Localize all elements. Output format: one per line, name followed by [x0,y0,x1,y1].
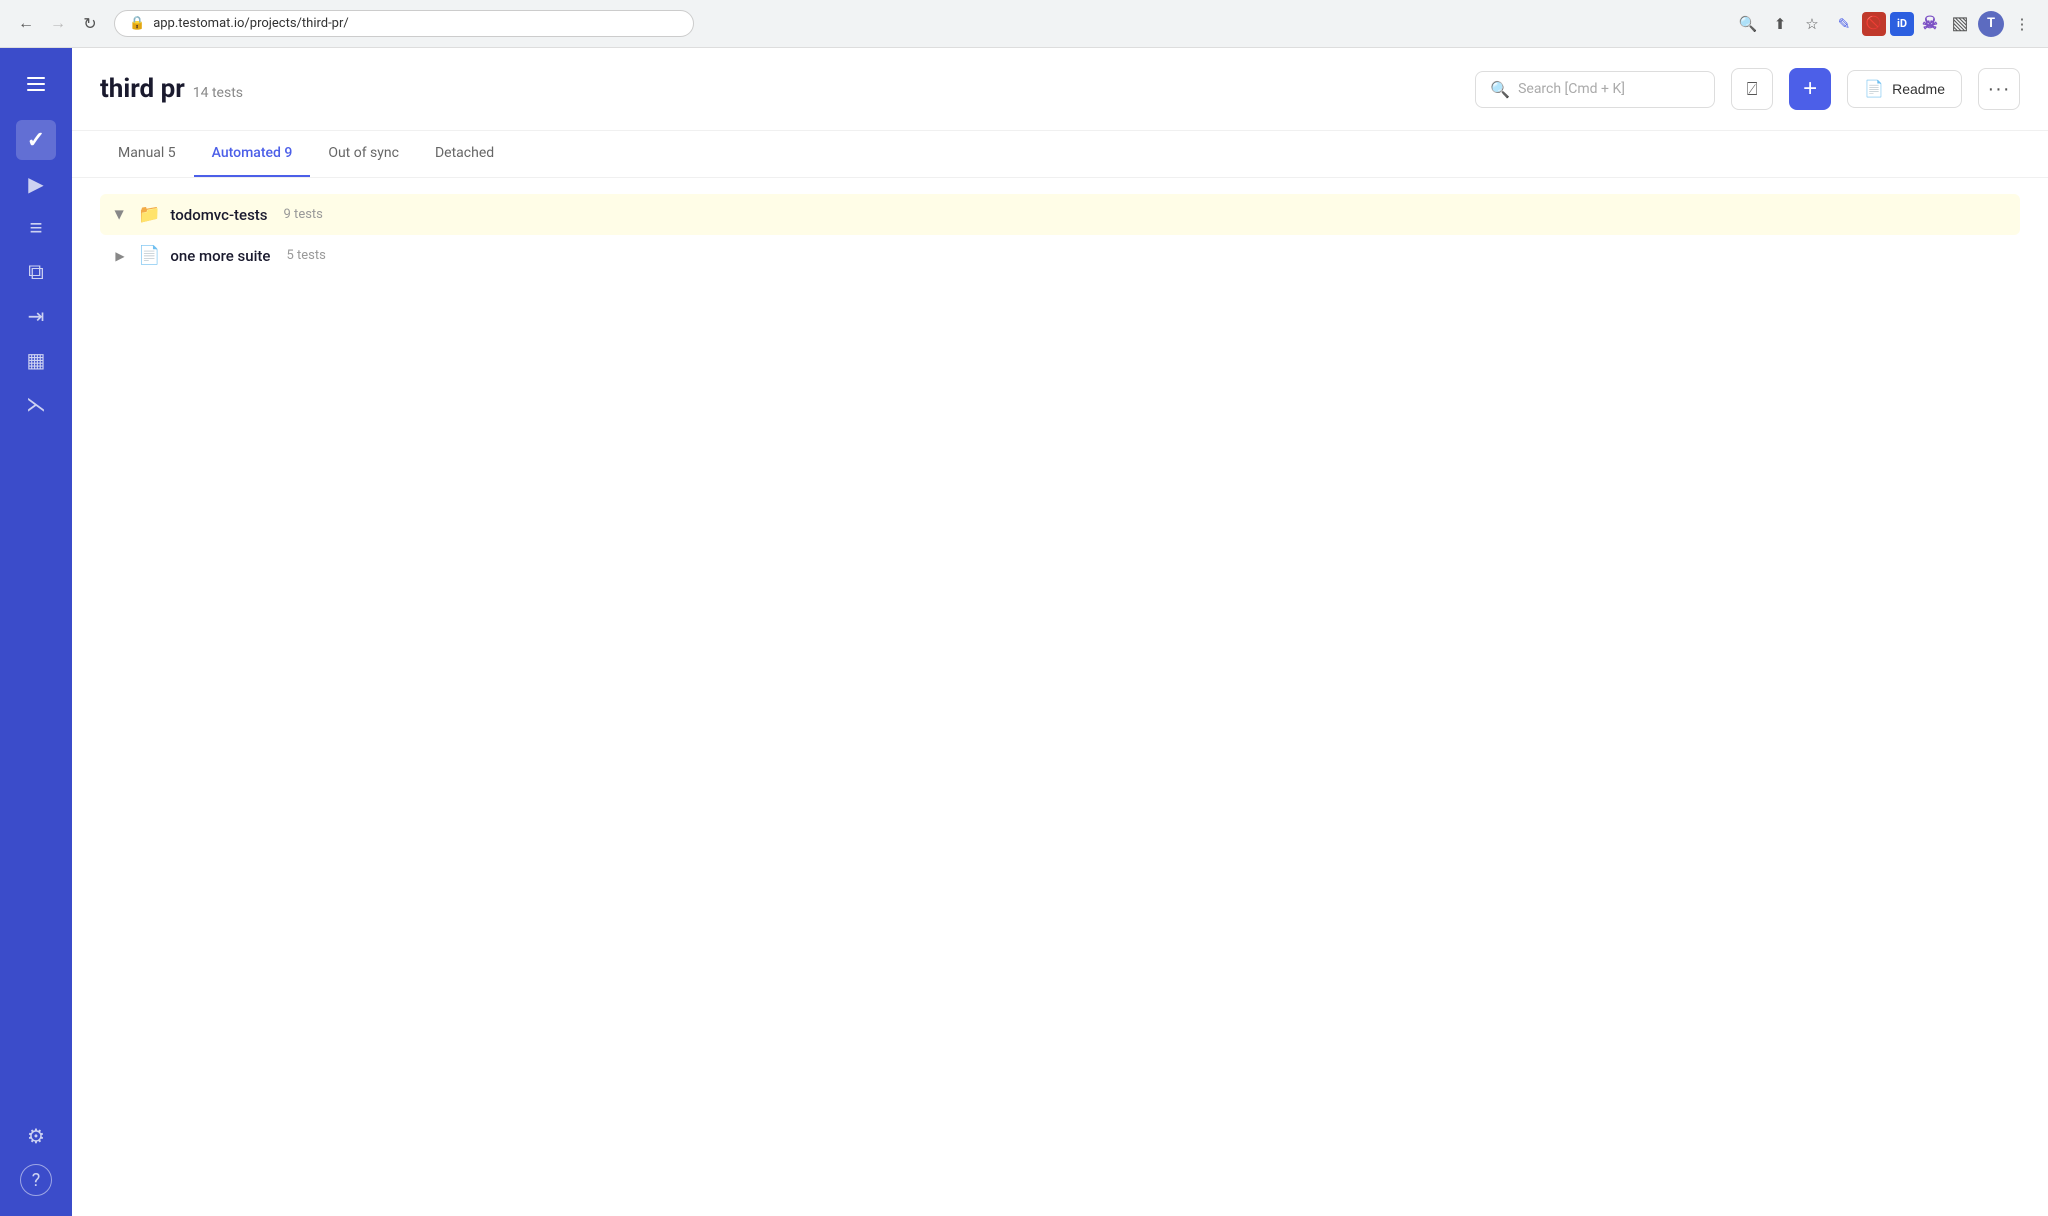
extensions-button[interactable]: ▧ [1946,10,1974,38]
extension-ublock-icon[interactable]: 🚫 [1862,12,1886,36]
project-title: third pr [100,74,185,104]
browser-reload-button[interactable]: ↻ [76,10,104,38]
browser-share-button[interactable]: ⬆ [1766,10,1794,38]
search-bar[interactable]: 🔍 Search [Cmd + K] [1475,71,1715,108]
readme-label: Readme [1892,81,1945,97]
sidebar: ✓ ▶ ≡ ⧉ ⇥ ▦ ⋋ ⚙ ? [0,48,72,1216]
sidebar-item-runs[interactable]: ▶ [16,164,56,204]
browser-search-button[interactable]: 🔍 [1734,10,1762,38]
browser-forward-button[interactable]: → [44,10,72,38]
more-icon: ··· [1988,78,2011,101]
chevron-down-icon: ▶ [113,207,127,223]
browser-edit-button[interactable]: ✎ [1830,10,1858,38]
suite-count-todomvc: 9 tests [284,207,323,222]
tab-detached[interactable]: Detached [417,131,512,177]
app-container: ✓ ▶ ≡ ⧉ ⇥ ▦ ⋋ ⚙ ? third pr 14 tests 🔍 Se… [0,48,2048,1216]
lock-icon: 🔒 [129,16,145,31]
content-area: ▶ 📁 todomvc-tests 9 tests ▶ 📄 one more s… [72,178,2048,1216]
search-placeholder: Search [Cmd + K] [1518,81,1625,97]
readme-button[interactable]: 📄 Readme [1847,70,1962,108]
sidebar-item-suites[interactable]: ≡ [16,208,56,248]
extension-id-icon[interactable]: iD [1890,12,1914,36]
suite-row-todomvc-tests[interactable]: ▶ 📁 todomvc-tests 9 tests [100,194,2020,235]
browser-menu-button[interactable]: ⋮ [2008,10,2036,38]
browser-nav-buttons: ← → ↻ [12,10,104,38]
suite-name-todomvc: todomvc-tests [170,206,267,224]
browser-bookmark-button[interactable]: ☆ [1798,10,1826,38]
sidebar-item-git[interactable]: ⋋ [16,384,56,424]
tabs-bar: Manual 5 Automated 9 Out of sync Detache… [72,131,2048,178]
main-header: third pr 14 tests 🔍 Search [Cmd + K] ⍁ +… [72,48,2048,131]
suite-count-one-more: 5 tests [286,248,325,263]
main-content: third pr 14 tests 🔍 Search [Cmd + K] ⍁ +… [72,48,2048,1216]
browser-address-bar[interactable]: 🔒 app.testomat.io/projects/third-pr/ [114,10,694,37]
sidebar-item-reports[interactable]: ▦ [16,340,56,380]
tab-automated[interactable]: Automated 9 [194,131,311,177]
more-options-button[interactable]: ··· [1978,68,2020,110]
readme-icon: 📄 [1864,79,1884,99]
extension-shield-icon[interactable]: ☠ [1918,12,1942,36]
search-icon: 🔍 [1490,80,1510,99]
sidebar-item-import[interactable]: ⇥ [16,296,56,336]
sidebar-item-tests[interactable]: ✓ [16,120,56,160]
add-button[interactable]: + [1789,68,1831,110]
tab-manual[interactable]: Manual 5 [100,131,194,177]
suite-name-one-more: one more suite [170,247,270,265]
browser-url: app.testomat.io/projects/third-pr/ [153,16,349,31]
sidebar-menu-button[interactable] [16,64,56,104]
filter-icon: ⍁ [1747,79,1758,100]
hamburger-icon [27,77,45,91]
browser-toolbar-icons: 🔍 ⬆ ☆ ✎ 🚫 iD ☠ ▧ T ⋮ [1734,10,2036,38]
folder-icon: 📁 [138,204,160,225]
test-count-badge: 14 tests [193,85,243,101]
file-icon: 📄 [138,245,160,266]
sidebar-item-layers[interactable]: ⧉ [16,252,56,292]
browser-back-button[interactable]: ← [12,10,40,38]
sidebar-item-help[interactable]: ? [20,1164,52,1196]
browser-chrome: ← → ↻ 🔒 app.testomat.io/projects/third-p… [0,0,2048,48]
chevron-right-icon: ▶ [112,249,128,263]
suite-row-one-more-suite[interactable]: ▶ 📄 one more suite 5 tests [100,235,2020,276]
page-title-area: third pr 14 tests [100,74,243,104]
browser-profile-avatar[interactable]: T [1978,11,2004,37]
sidebar-bottom: ⚙ ? [16,1116,56,1200]
filter-button[interactable]: ⍁ [1731,68,1773,110]
sidebar-item-settings[interactable]: ⚙ [16,1116,56,1156]
tab-out-of-sync[interactable]: Out of sync [310,131,417,177]
add-icon: + [1803,75,1817,103]
